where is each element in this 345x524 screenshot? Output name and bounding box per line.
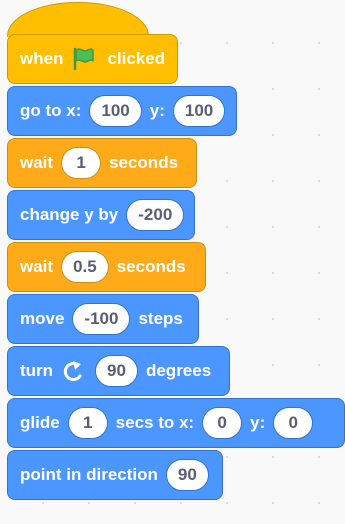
block-label: glide [20, 413, 60, 432]
turn-degrees-block[interactable]: turn 90 degrees [7, 346, 230, 396]
change-y-by-block[interactable]: change y by -200 [7, 190, 195, 240]
x-input[interactable]: 100 [89, 95, 142, 127]
rotate-right-icon [61, 360, 85, 382]
script-area: when clicked go to x: 100 y: 100 wait 1 … [0, 0, 345, 524]
seconds-input[interactable]: 0.5 [61, 251, 109, 283]
block-label: degrees [145, 361, 212, 380]
block-label: change y by [20, 205, 119, 224]
x-input[interactable]: 0 [202, 407, 243, 439]
block-label: when [20, 49, 64, 68]
block-label: move [20, 309, 65, 328]
block-label: secs to x: [115, 413, 195, 432]
block-label: seconds [116, 257, 186, 276]
block-label: wait [20, 257, 54, 276]
y-input[interactable]: 100 [172, 95, 226, 127]
steps-input[interactable]: -100 [72, 303, 131, 335]
green-flag-icon [71, 47, 97, 71]
block-label: seconds [109, 153, 179, 172]
degrees-input[interactable]: 90 [95, 355, 138, 387]
block-label: steps [138, 309, 183, 328]
seconds-input[interactable]: 1 [61, 147, 102, 179]
block-label: point in direction [20, 465, 158, 484]
wait-seconds-block[interactable]: wait 0.5 seconds [7, 242, 206, 292]
hat-block-cap [7, 2, 149, 37]
direction-input[interactable]: 90 [165, 459, 209, 491]
when-flag-clicked-block[interactable]: when clicked [7, 34, 178, 84]
block-label: y: [149, 101, 165, 120]
block-label: turn [20, 361, 54, 380]
block-label: y: [250, 413, 266, 432]
go-to-xy-block[interactable]: go to x: 100 y: 100 [7, 86, 237, 136]
block-label: go to x: [20, 101, 82, 120]
y-input[interactable]: 0 [273, 407, 314, 439]
glide-seconds-input[interactable]: 1 [67, 407, 108, 439]
block-label: wait [20, 153, 54, 172]
move-steps-block[interactable]: move -100 steps [7, 294, 199, 344]
change-y-input[interactable]: -200 [126, 199, 185, 231]
point-in-direction-block[interactable]: point in direction 90 [7, 450, 223, 500]
glide-secs-to-xy-block[interactable]: glide 1 secs to x: 0 y: 0 [7, 398, 345, 448]
wait-seconds-block[interactable]: wait 1 seconds [7, 138, 197, 188]
block-label: clicked [107, 49, 166, 68]
